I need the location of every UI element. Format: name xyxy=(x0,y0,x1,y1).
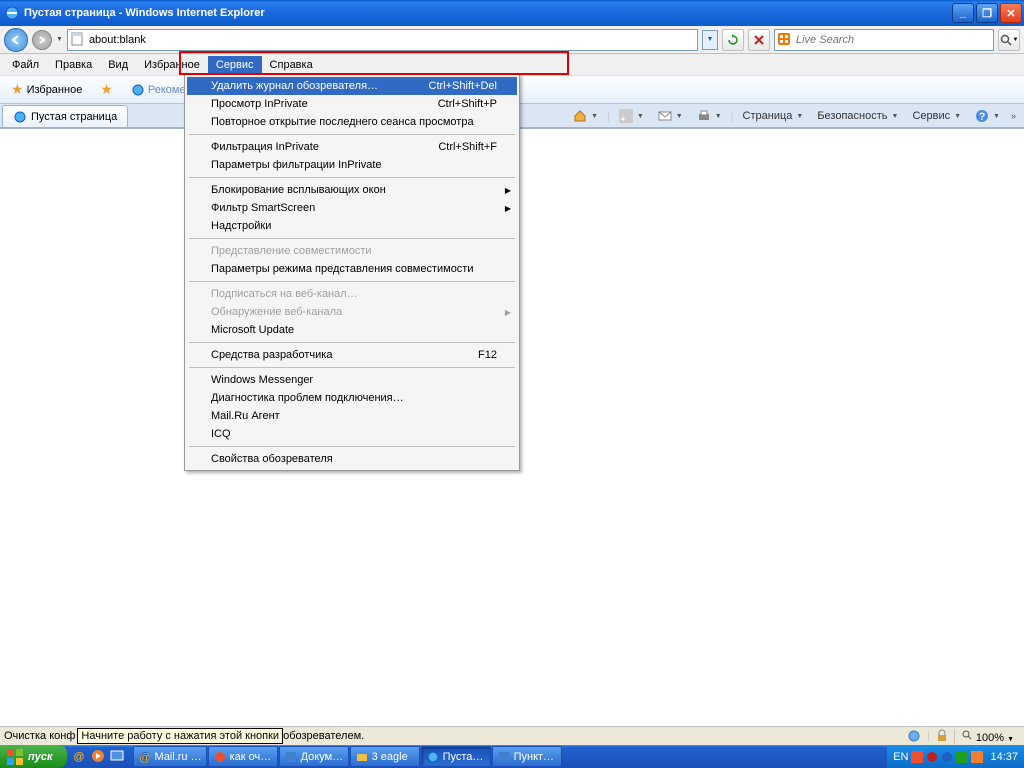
address-bar[interactable] xyxy=(67,29,698,51)
menu-favorites[interactable]: Избранное xyxy=(136,56,208,74)
menu-item[interactable]: Свойства обозревателя xyxy=(187,450,517,468)
nav-dropdown-icon[interactable]: ▼ xyxy=(56,36,63,43)
menu-item[interactable]: Параметры режима представления совместим… xyxy=(187,260,517,278)
menu-item: Представление совместимости xyxy=(187,242,517,260)
stop-button[interactable] xyxy=(748,29,770,51)
feeds-button[interactable]: ▼ xyxy=(614,107,649,125)
menu-item[interactable]: Повторное открытие последнего сеанса про… xyxy=(187,113,517,131)
protected-mode-icon xyxy=(936,729,948,743)
tray-icon-4[interactable] xyxy=(956,751,968,763)
tray-icon-3[interactable] xyxy=(941,751,953,763)
menu-item[interactable]: Надстройки xyxy=(187,217,517,235)
task-button[interactable]: Докум… xyxy=(279,746,349,767)
search-button[interactable]: ▼ xyxy=(998,29,1020,51)
zoom-control[interactable]: 100% ▼ xyxy=(954,729,1020,744)
menu-item[interactable]: ICQ xyxy=(187,425,517,443)
menu-item[interactable]: Блокирование всплывающих окон▶ xyxy=(187,181,517,199)
help-button[interactable]: ?▼ xyxy=(970,107,1005,125)
task-button[interactable]: как оч… xyxy=(208,746,278,767)
menu-item: Обнаружение веб-канала▶ xyxy=(187,303,517,321)
page-icon xyxy=(70,32,86,48)
menu-item[interactable]: Просмотр InPrivateCtrl+Shift+P xyxy=(187,95,517,113)
search-input[interactable] xyxy=(796,34,991,46)
page-menu[interactable]: Страница▼ xyxy=(738,108,809,124)
menubar: Файл Правка Вид Избранное Сервис Справка xyxy=(0,54,1024,76)
task-button[interactable]: Пункт… xyxy=(492,746,562,767)
menu-item[interactable]: Средства разработчикаF12 xyxy=(187,346,517,364)
svg-text:@: @ xyxy=(73,751,84,763)
mail-button[interactable]: ▼ xyxy=(653,108,688,124)
task-buttons: @Mail.ru …как оч…Докум…3 eagleПуста…Пунк… xyxy=(131,746,888,767)
refresh-button[interactable] xyxy=(722,29,744,51)
task-button[interactable]: Пуста… xyxy=(421,746,491,767)
print-button[interactable]: ▼ xyxy=(692,107,727,125)
menu-item[interactable]: Фильтрация InPrivateCtrl+Shift+F xyxy=(187,138,517,156)
system-tray: EN 14:37 xyxy=(887,745,1024,768)
clock[interactable]: 14:37 xyxy=(990,751,1018,763)
command-bar: ▼ | ▼ ▼ ▼ | Страница▼ Безопасность▼ Серв… xyxy=(568,105,1022,127)
live-search-icon xyxy=(777,32,793,48)
menu-item[interactable]: Mail.Ru Агент xyxy=(187,407,517,425)
back-button[interactable] xyxy=(4,28,28,52)
menu-item[interactable]: Microsoft Update xyxy=(187,321,517,339)
menu-help[interactable]: Справка xyxy=(262,56,321,74)
home-button[interactable]: ▼ xyxy=(568,107,603,125)
ql-desktop-icon[interactable] xyxy=(109,748,127,766)
status-text-left: Очистка конф xyxy=(4,730,75,742)
tray-icon-1[interactable] xyxy=(911,751,923,763)
favorites-star-button[interactable]: ★ Избранное xyxy=(4,78,89,101)
tools-dropdown: Удалить журнал обозревателя…Ctrl+Shift+D… xyxy=(184,74,520,471)
tools-menu[interactable]: Сервис▼ xyxy=(907,108,966,124)
menu-view[interactable]: Вид xyxy=(100,56,136,74)
menu-item[interactable]: Диагностика проблем подключения… xyxy=(187,389,517,407)
tab-page-icon xyxy=(13,110,27,124)
menu-edit[interactable]: Правка xyxy=(47,56,100,74)
maximize-button[interactable]: ❐ xyxy=(976,3,998,23)
add-favorite-button[interactable]: ★ xyxy=(93,78,120,101)
tab-label: Пустая страница xyxy=(31,111,117,123)
menu-item: Подписаться на веб-канал… xyxy=(187,285,517,303)
internet-zone-icon xyxy=(907,729,921,743)
window-title: Пустая страница - Windows Internet Explo… xyxy=(24,7,950,19)
menu-item[interactable]: Windows Messenger xyxy=(187,371,517,389)
menu-item[interactable]: Удалить журнал обозревателя…Ctrl+Shift+D… xyxy=(187,77,517,95)
svg-text:?: ? xyxy=(979,111,986,123)
status-text-right: обозревателем. xyxy=(283,730,364,742)
task-button[interactable]: 3 eagle xyxy=(350,746,420,767)
minimize-button[interactable]: _ xyxy=(952,3,974,23)
address-dropdown[interactable]: ▼ xyxy=(702,30,718,50)
status-bar: Очистка конф Начните работу с нажатия эт… xyxy=(0,726,1024,745)
star-icon: ★ xyxy=(11,81,24,98)
tray-icon-2[interactable] xyxy=(926,751,938,763)
ie-small-icon xyxy=(131,83,145,97)
menu-item[interactable]: Параметры фильтрации InPrivate xyxy=(187,156,517,174)
language-indicator[interactable]: EN xyxy=(893,751,908,763)
favorites-label: Избранное xyxy=(27,84,83,96)
close-button[interactable]: ✕ xyxy=(1000,3,1022,23)
star-add-icon: ★ xyxy=(100,81,113,98)
svg-text:@: @ xyxy=(139,752,150,764)
safety-menu[interactable]: Безопасность▼ xyxy=(812,108,903,124)
address-input[interactable] xyxy=(89,34,695,46)
tab-current[interactable]: Пустая страница xyxy=(2,105,128,127)
menu-item[interactable]: Фильтр SmartScreen▶ xyxy=(187,199,517,217)
menu-file[interactable]: Файл xyxy=(4,56,47,74)
ql-media-icon[interactable] xyxy=(90,748,108,766)
ie-icon xyxy=(4,5,20,21)
search-bar[interactable] xyxy=(774,29,994,51)
start-button[interactable]: пуск xyxy=(0,745,67,768)
chevron-expand-icon[interactable]: » xyxy=(1009,111,1018,121)
titlebar: Пустая страница - Windows Internet Explo… xyxy=(0,0,1024,26)
tray-icon-5[interactable] xyxy=(971,751,983,763)
forward-button[interactable] xyxy=(32,30,52,50)
taskbar: пуск @ @Mail.ru …как оч…Докум…3 eagleПус… xyxy=(0,745,1024,768)
status-tooltip: Начните работу с нажатия этой кнопки xyxy=(77,728,283,744)
task-button[interactable]: @Mail.ru … xyxy=(133,746,207,767)
ql-mailru-icon[interactable]: @ xyxy=(71,748,89,766)
nav-toolbar: ▼ ▼ ▼ xyxy=(0,26,1024,54)
quick-launch: @ xyxy=(67,748,131,766)
menu-tools[interactable]: Сервис xyxy=(208,56,262,74)
